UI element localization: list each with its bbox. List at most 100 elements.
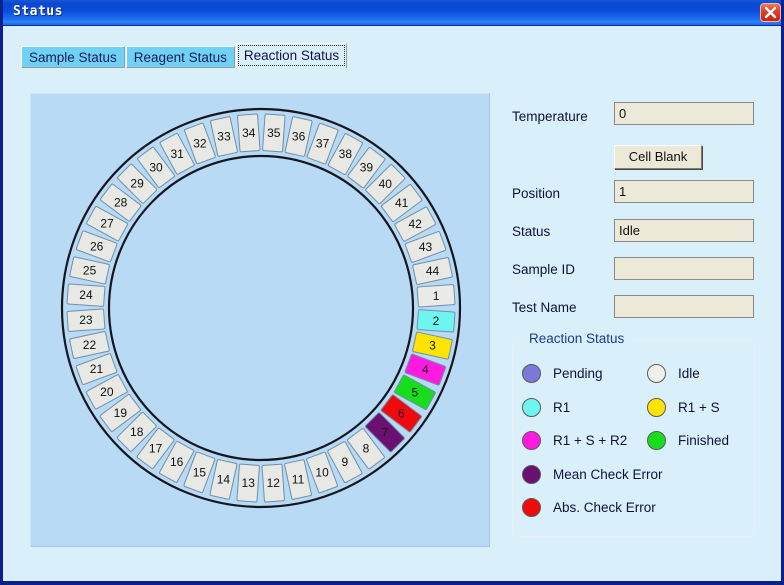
- carousel-cell-label: 33: [217, 129, 231, 143]
- legend-item-label: R1 + S: [678, 400, 720, 415]
- carousel-cell-label: 4: [422, 363, 429, 377]
- carousel-cell-label: 44: [426, 264, 440, 278]
- carousel-cell-label: 13: [242, 476, 256, 490]
- legend-item-label: Abs. Check Error: [553, 500, 656, 515]
- carousel-cell[interactable]: 44: [412, 257, 453, 285]
- window-titlebar: Status: [3, 0, 781, 26]
- legend-item-label: Idle: [678, 366, 700, 381]
- carousel-cell[interactable]: 25: [69, 256, 110, 285]
- sample-id-label: Sample ID: [512, 262, 576, 277]
- legend-item-label: Finished: [678, 433, 730, 448]
- reaction-carousel[interactable]: 1234567891011121314151617181920212223242…: [31, 94, 489, 546]
- test-name-field[interactable]: [614, 295, 754, 318]
- carousel-cell-label: 35: [267, 126, 281, 140]
- carousel-cell-label: 38: [339, 147, 353, 161]
- carousel-cell-label: 8: [363, 442, 370, 456]
- carousel-cell-label: 37: [316, 137, 330, 151]
- carousel-cell-label: 23: [79, 313, 93, 327]
- legend-item: R1 + S + R2: [522, 431, 627, 450]
- carousel-cell[interactable]: 34: [237, 113, 261, 153]
- carousel-cell[interactable]: 14: [209, 459, 238, 500]
- legend-item: Finished: [647, 431, 729, 450]
- temperature-label: Temperature: [512, 109, 588, 124]
- tab-reaction-status[interactable]: Reaction Status: [235, 43, 348, 68]
- carousel-cell-label: 16: [170, 455, 184, 469]
- legend-color-swatch-icon: [522, 465, 541, 484]
- legend-item: R1: [522, 398, 570, 417]
- legend-color-swatch-icon: [522, 364, 541, 383]
- test-name-label: Test Name: [512, 300, 577, 315]
- carousel-cell[interactable]: 36: [284, 116, 313, 157]
- status-label: Status: [512, 224, 551, 239]
- carousel-cell[interactable]: 24: [66, 283, 106, 307]
- tab-reagent-status[interactable]: Reagent Status: [125, 46, 235, 68]
- carousel-cell-label: 32: [193, 136, 207, 150]
- carousel-outer-edge: [60, 107, 462, 509]
- carousel-cell-label: 14: [217, 472, 231, 486]
- legend-color-swatch-icon: [647, 398, 666, 417]
- carousel-cell[interactable]: 11: [284, 459, 312, 500]
- legend-color-swatch-icon: [522, 398, 541, 417]
- position-label: Position: [512, 186, 561, 201]
- carousel-cell-label: 15: [193, 465, 207, 479]
- carousel-cell-label: 11: [292, 473, 305, 487]
- carousel-cell-label: 5: [412, 385, 419, 399]
- carousel-cell-label: 7: [382, 425, 389, 439]
- legend-item: R1 + S: [647, 398, 720, 417]
- sample-id-field[interactable]: [614, 257, 754, 280]
- position-field[interactable]: 1: [614, 180, 754, 203]
- status-field[interactable]: Idle: [614, 219, 754, 242]
- carousel-cell-label: 34: [242, 126, 256, 140]
- legend-item-label: R1: [553, 400, 571, 415]
- carousel-ring-outline: [60, 107, 462, 509]
- carousel-cell-label: 1: [433, 289, 440, 303]
- carousel-cell[interactable]: 13: [236, 463, 260, 503]
- carousel-cell-label: 3: [429, 339, 436, 353]
- carousel-cell-label: 40: [379, 177, 393, 191]
- carousel-cell[interactable]: 22: [69, 331, 110, 359]
- carousel-cell-label: 21: [90, 362, 104, 376]
- reaction-carousel-panel: 1 2 3 4 5 6 7 8 9 10 11 12 13 14 15 16 17 18 19 20 21 22 23 24 2…: [30, 93, 490, 547]
- carousel-cell-label: 43: [419, 240, 433, 254]
- legend-item-label: Pending: [553, 366, 603, 381]
- carousel-inner-edge: [107, 154, 415, 462]
- legend-item: Pending: [522, 364, 603, 383]
- tab-sample-status[interactable]: Sample Status: [21, 46, 125, 68]
- legend-color-swatch-icon: [647, 364, 666, 383]
- temperature-field[interactable]: 0: [614, 102, 754, 125]
- carousel-cell[interactable]: 1: [416, 284, 456, 308]
- carousel-cell[interactable]: 35: [262, 113, 286, 153]
- legend-color-swatch-icon: [647, 431, 666, 450]
- carousel-cell[interactable]: 3: [412, 331, 453, 360]
- status-window: Status Sample Status Reagent Status Reac…: [0, 0, 784, 585]
- legend-title: Reaction Status: [525, 331, 629, 346]
- legend-item: Abs. Check Error: [522, 498, 656, 517]
- cell-blank-button[interactable]: Cell Blank: [614, 145, 702, 169]
- carousel-cell-label: 24: [79, 288, 93, 302]
- legend-item: Idle: [647, 364, 700, 383]
- window-title: Status: [13, 4, 63, 19]
- carousel-cells[interactable]: 1234567891011121314151617181920212223242…: [66, 113, 456, 503]
- carousel-cell-label: 17: [149, 441, 163, 455]
- close-x-glyph: [764, 6, 777, 19]
- carousel-cell-label: 9: [342, 455, 349, 469]
- carousel-cell[interactable]: 33: [210, 116, 238, 157]
- carousel-cell-label: 2: [433, 314, 440, 328]
- legend-color-swatch-icon: [522, 431, 541, 450]
- carousel-cell-label: 29: [130, 177, 144, 191]
- carousel-cell-label: 12: [267, 476, 281, 490]
- carousel-cell[interactable]: 12: [261, 463, 285, 503]
- legend-item-label: Mean Check Error: [553, 467, 663, 482]
- carousel-cell-label: 18: [130, 425, 144, 439]
- tabstrip: Sample Status Reagent Status Reaction St…: [21, 43, 348, 68]
- legend-item-label: R1 + S + R2: [553, 433, 628, 448]
- carousel-cell-label: 36: [292, 130, 306, 144]
- carousel-cell[interactable]: 2: [416, 309, 456, 333]
- carousel-cell-label: 26: [90, 239, 104, 253]
- close-icon[interactable]: [760, 3, 781, 22]
- carousel-cell-label: 20: [100, 385, 114, 399]
- carousel-cell-label: 41: [395, 196, 409, 210]
- carousel-cell[interactable]: 23: [66, 308, 106, 332]
- carousel-cell-label: 10: [315, 466, 329, 480]
- carousel-cell-label: 39: [360, 161, 374, 175]
